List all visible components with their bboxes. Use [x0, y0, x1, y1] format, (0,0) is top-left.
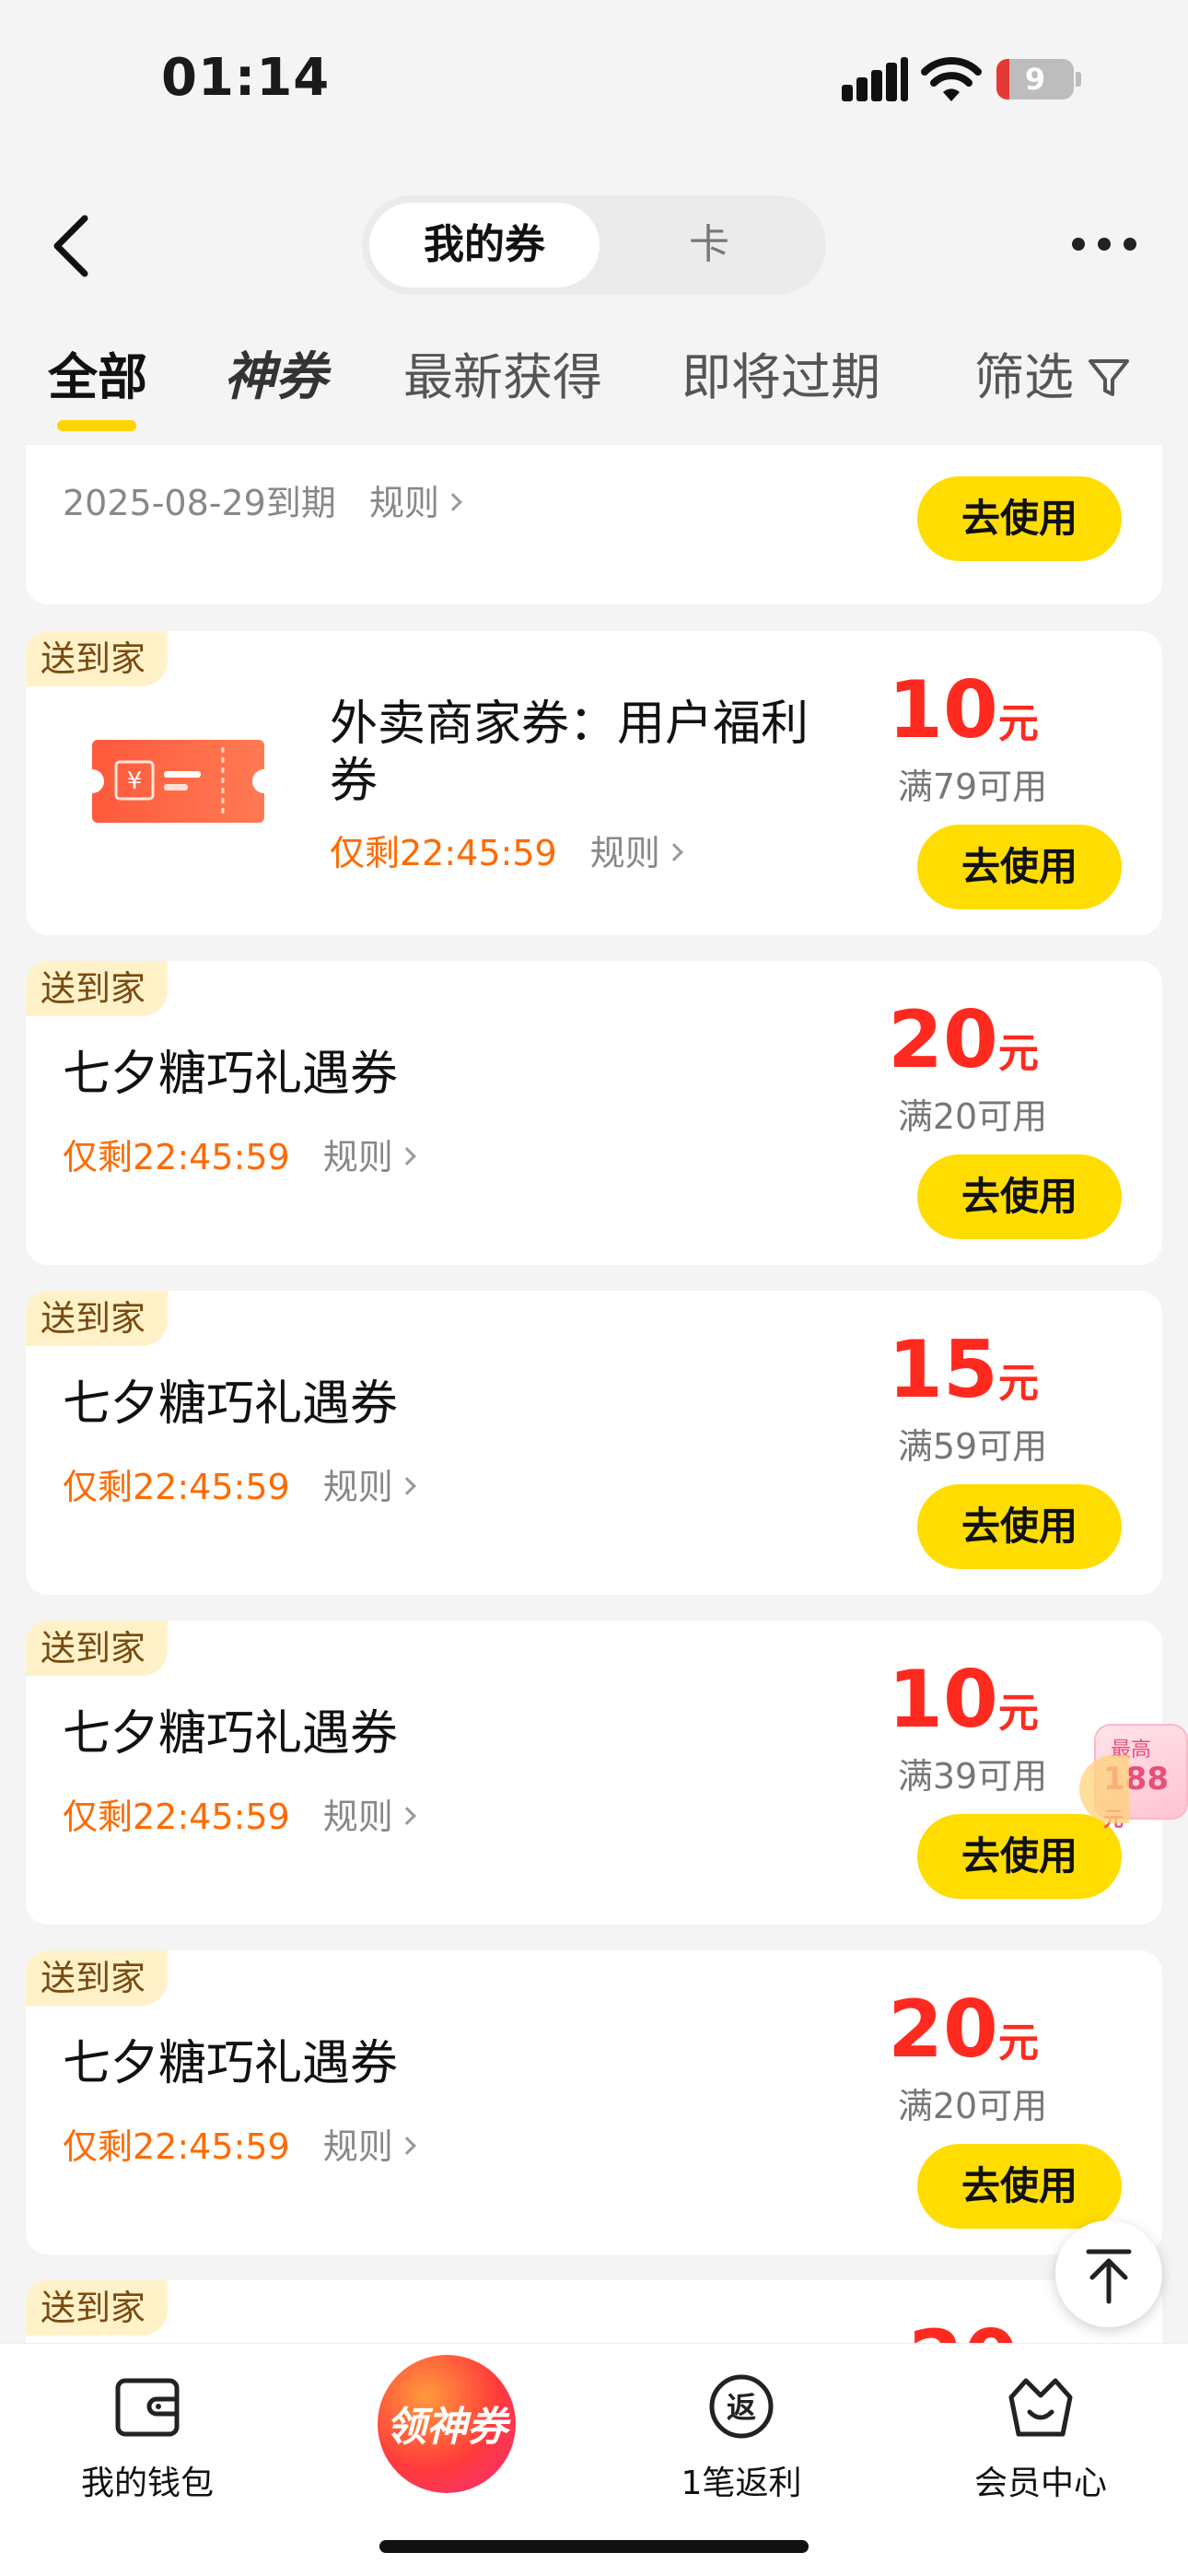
chevron-right-icon [664, 842, 683, 861]
coupon-title: 外卖商家券：用户福利券 [330, 697, 809, 809]
back-arrow-icon[interactable] [37, 207, 111, 286]
chevron-right-icon [397, 1476, 416, 1495]
chevron-right-icon [397, 1806, 416, 1825]
coupon-amount: 10元 [888, 1654, 1039, 1746]
delivery-tag: 送到家 [26, 1621, 169, 1676]
category-tab-all[interactable]: 全部 [48, 345, 147, 410]
back-to-top-icon[interactable] [1055, 2220, 1162, 2327]
use-button[interactable]: 去使用 [917, 1154, 1122, 1239]
member-basket-icon [1008, 2378, 1073, 2437]
delivery-tag: 送到家 [26, 1950, 169, 2006]
coupon-ticket-icon: ¥ [92, 740, 264, 823]
coupon-list[interactable]: 折扣券 2025-08-29到期 规则 去使用 送到家 ¥ 外卖商家券：用户福利… [0, 445, 1188, 2343]
chevron-right-icon [397, 2136, 416, 2155]
floating-reward-badge[interactable]: 最高 188元 [1079, 1700, 1188, 1838]
coupon-title: 七夕糖巧礼遇券 [63, 1706, 399, 1762]
delivery-tag: 送到家 [26, 961, 169, 1016]
rule-link[interactable]: 规则 [323, 2126, 416, 2167]
rule-link[interactable]: 规则 [369, 483, 462, 523]
delivery-tag: 送到家 [26, 1291, 169, 1346]
coupon-threshold: 满79可用 [897, 767, 1048, 807]
center-button-label: 领神券 [386, 2404, 507, 2451]
coupon-amount: 10元 [888, 664, 1039, 756]
category-tab-latest[interactable]: 最新获得 [403, 345, 602, 410]
coupon-title: 七夕糖巧礼遇券 [63, 1376, 399, 1432]
use-button[interactable]: 去使用 [917, 476, 1122, 561]
countdown-timer: 仅剩22:45:59 [330, 833, 557, 873]
rule-link[interactable]: 规则 [323, 1137, 416, 1177]
coupon-card: 送到家 七夕糖巧礼遇券 仅剩22:45:59 规则 20元 满20可用 去使用 [26, 961, 1162, 1265]
use-button[interactable]: 去使用 [917, 1484, 1122, 1569]
coupon-title: 七夕糖巧礼遇券 [63, 2036, 399, 2091]
coupon-amount: 20 [844, 2313, 1083, 2343]
filter-funnel-icon[interactable] [1087, 357, 1131, 400]
coupon-card: 送到家 ¥ 外卖商家券：用户福利券 仅剩22:45:59 规则 10元 满79可… [26, 631, 1162, 935]
delivery-tag: 送到家 [26, 631, 169, 686]
countdown-timer: 仅剩22:45:59 [63, 1137, 290, 1177]
tab-my-coupons[interactable]: 我的券 [369, 203, 600, 287]
status-bar: 01:14 9 [0, 0, 1188, 157]
coupon-card-switch: 我的券 卡 [362, 195, 826, 295]
category-tab-shenquan[interactable]: 神券 [224, 345, 327, 410]
category-tab-expiring[interactable]: 即将过期 [681, 345, 880, 410]
coupon-title: 七夕糖巧礼遇券 [63, 1047, 399, 1102]
coupon-card: 送到家 七夕糖巧礼遇券 仅剩22:45:59 规则 15元 满59可用 去使用 [26, 1291, 1162, 1595]
category-tab-filter[interactable]: 筛选 [974, 345, 1074, 410]
delivery-tag: 送到家 [26, 2280, 169, 2336]
wifi-icon [921, 57, 982, 101]
coupon-threshold: 满20可用 [897, 2086, 1048, 2126]
use-button[interactable]: 去使用 [917, 2144, 1122, 2229]
active-tab-indicator [57, 420, 136, 431]
coupon-amount: 15元 [888, 1324, 1039, 1416]
coupon-amount: 20元 [888, 1984, 1039, 2076]
nav-wallet-label: 我的钱包 [80, 2465, 214, 2502]
coupon-card: 送到家 七夕糖巧礼遇券 仅剩22:45:59 规则 10元 满39可用 去使用 [26, 1621, 1162, 1925]
coupon-threshold: 满59可用 [897, 1426, 1048, 1467]
more-dots-icon[interactable] [1068, 230, 1142, 258]
coupon-card: 送到家 七夕糖巧礼遇券 仅剩22:45:59 规则 20元 满20可用 去使用 [26, 1950, 1162, 2254]
nav-wallet[interactable]: 我的钱包 [55, 2364, 239, 2512]
rule-link[interactable]: 规则 [323, 1797, 416, 1837]
coupon-threshold: 满20可用 [897, 1096, 1048, 1137]
rule-link[interactable]: 规则 [323, 1467, 416, 1507]
home-indicator [379, 2540, 809, 2553]
rule-link[interactable]: 规则 [590, 833, 683, 873]
nav-rebate-label: 1笔返利 [681, 2465, 802, 2502]
countdown-timer: 仅剩22:45:59 [63, 2126, 290, 2167]
rebate-icon-glyph: 返 [727, 2390, 756, 2425]
nav-member[interactable]: 会员中心 [949, 2364, 1133, 2512]
use-button[interactable]: 去使用 [917, 825, 1122, 909]
coupon-threshold: 满39可用 [897, 1756, 1048, 1797]
svg-text:¥: ¥ [127, 767, 143, 795]
countdown-timer: 仅剩22:45:59 [63, 1797, 290, 1837]
coupon-card: 折扣券 2025-08-29到期 规则 去使用 [26, 445, 1162, 604]
expire-date: 2025-08-29到期 [63, 483, 336, 523]
status-time: 01:14 [161, 48, 331, 108]
countdown-timer: 仅剩22:45:59 [63, 1467, 290, 1507]
center-coupon-button[interactable]: 领神券 [378, 2355, 516, 2493]
battery-level: 9 [1024, 62, 1046, 97]
coupon-amount: 20元 [888, 994, 1039, 1086]
tab-cards[interactable]: 卡 [600, 203, 819, 287]
cellular-signal-icon [842, 57, 908, 101]
chevron-right-icon [444, 492, 462, 511]
chevron-right-icon [397, 1146, 416, 1165]
nav-rebate[interactable]: 返 1笔返利 [649, 2364, 833, 2512]
coupon-card: 送到家 20 [26, 2280, 1162, 2343]
rebate-icon: 返 [709, 2374, 774, 2439]
reward-decoration [1079, 1755, 1129, 1823]
battery-icon: 9 [996, 59, 1081, 100]
wallet-icon [115, 2378, 180, 2437]
nav-member-label: 会员中心 [973, 2465, 1107, 2502]
